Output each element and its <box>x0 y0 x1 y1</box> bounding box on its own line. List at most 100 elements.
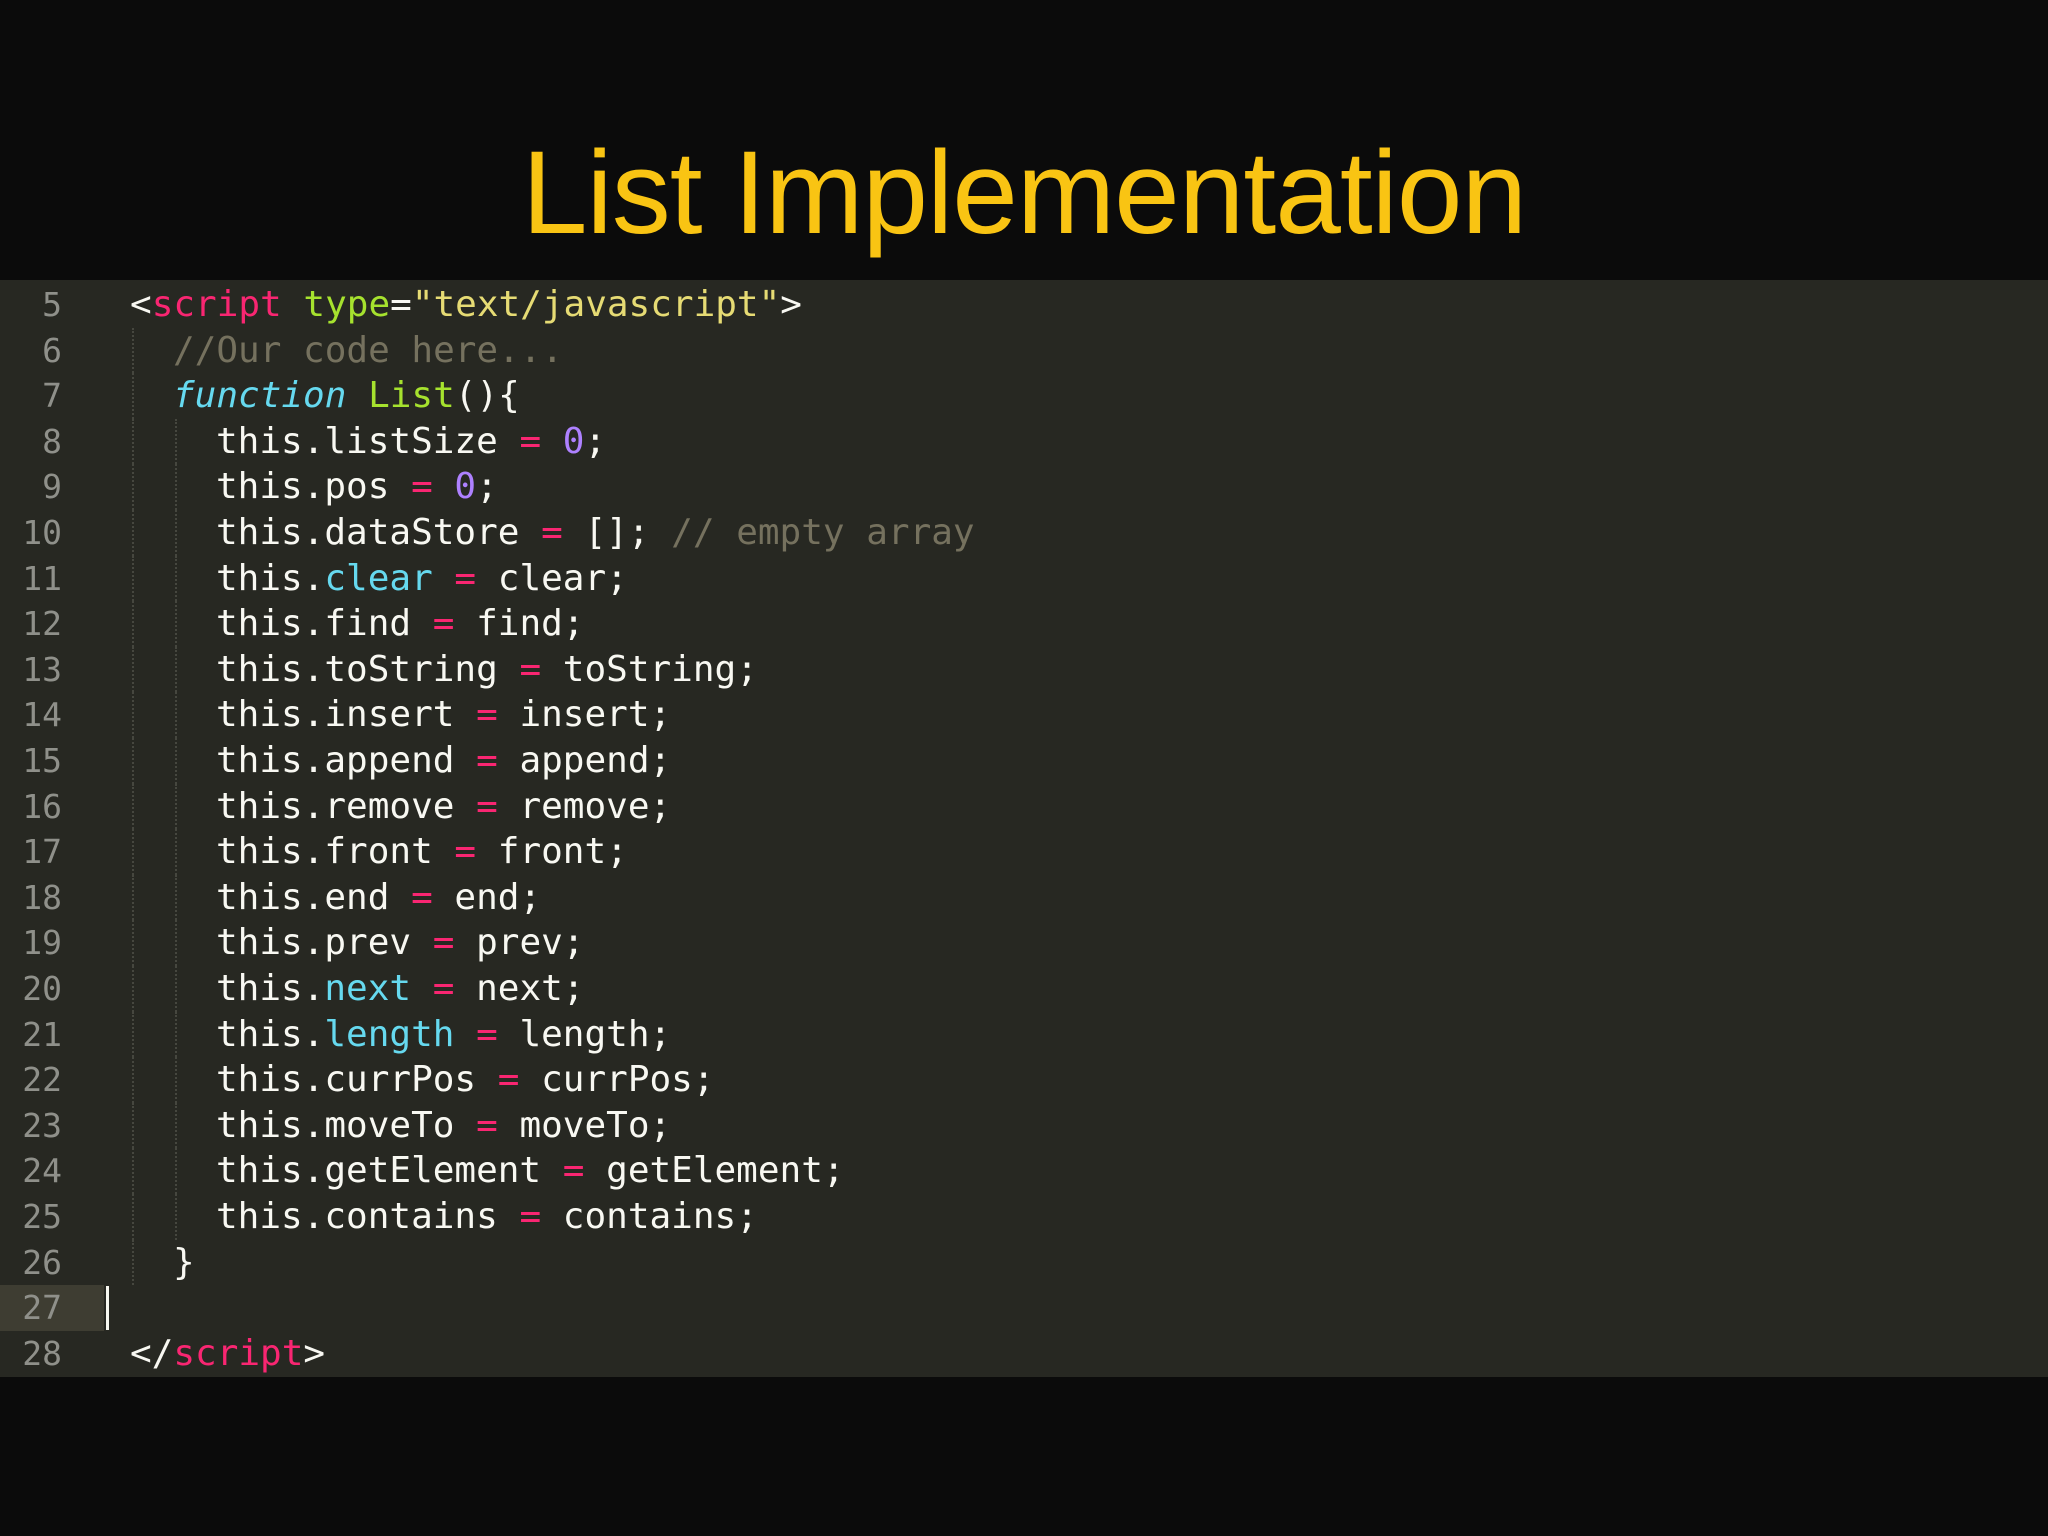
code-line[interactable]: 8 this.listSize = 0; <box>0 418 2048 465</box>
line-number: 5 <box>42 285 62 324</box>
code-line[interactable]: 27 <box>0 1285 2048 1331</box>
code-line[interactable]: 28 </script> <box>0 1331 2048 1377</box>
token-plain: currPos; <box>541 1059 715 1101</box>
code-text: this.next = next; <box>216 966 584 1012</box>
code-line[interactable]: 5 <script type="text/javascript"> <box>0 282 2048 328</box>
indent-guide <box>132 783 134 830</box>
code-line[interactable]: 10 this.dataStore = []; // empty array <box>0 510 2048 556</box>
code-line[interactable]: 26} <box>0 1239 2048 1286</box>
token-plain: append; <box>519 740 672 781</box>
indent-guide <box>132 418 134 465</box>
code-text: this.find = find; <box>216 601 584 647</box>
token-plain: end; <box>454 876 542 918</box>
line-number: 21 <box>22 1014 62 1054</box>
token-op: = <box>454 1013 520 1055</box>
text-cursor <box>106 1286 109 1331</box>
code-line[interactable]: 15 this.append = append; <box>0 738 2048 784</box>
token-plain: this.pos <box>216 466 390 508</box>
indent-guide <box>132 829 134 875</box>
code-line[interactable]: 13 this.toString = toString; <box>0 646 2048 693</box>
line-number: 16 <box>22 786 62 826</box>
code-text: this.currPos = currPos; <box>216 1057 715 1103</box>
indent-guide <box>175 783 177 830</box>
indent-guide <box>132 373 134 419</box>
indent-guide <box>132 1011 134 1058</box>
line-number: 7 <box>42 376 62 416</box>
token-op: = <box>411 922 477 964</box>
line-number: 12 <box>22 604 62 644</box>
code-text: //Our code here... <box>173 328 563 374</box>
indent-guide <box>175 829 177 875</box>
indent-guide <box>132 1148 134 1194</box>
code-text: this.listSize = 0; <box>216 419 606 465</box>
line-number: 27 <box>22 1288 62 1328</box>
code-text: this.contains = contains; <box>216 1194 758 1240</box>
code-line[interactable]: 17 this.front = front; <box>0 829 2048 875</box>
code-line[interactable]: 19 this.prev = prev; <box>0 920 2048 966</box>
code-line[interactable]: 23 this.moveTo = moveTo; <box>0 1102 2048 1149</box>
code-text: } <box>173 1240 195 1286</box>
token-plain: this.insert <box>216 694 455 736</box>
token-plain: moveTo; <box>519 1104 672 1146</box>
code-line[interactable]: 6 //Our code here... <box>0 327 2048 374</box>
token-op: = <box>476 1059 542 1101</box>
line-number: 14 <box>22 695 62 735</box>
indent-guide <box>175 464 177 510</box>
code-line[interactable]: 9 this.pos = 0; <box>0 464 2048 510</box>
code-line[interactable]: 16 this.remove = remove; <box>0 783 2048 830</box>
code-text: this.front = front; <box>216 829 628 875</box>
token-tag: script <box>173 1332 304 1374</box>
indent-guide <box>132 327 134 374</box>
token-op: = <box>454 694 520 736</box>
token-plain: this.prev <box>216 922 412 964</box>
indent-guide <box>132 874 134 921</box>
code-line[interactable]: 7 function List(){ <box>0 373 2048 419</box>
token-op: = <box>454 740 520 781</box>
token-plain: ; <box>584 420 607 462</box>
code-text: this.prev = prev; <box>216 920 584 966</box>
token-prop: length <box>324 1013 455 1055</box>
line-number: 20 <box>22 969 62 1008</box>
line-number: 24 <box>22 1151 62 1191</box>
code-editor[interactable]: 5 <script type="text/javascript"> 6//Our c… <box>0 280 2048 1377</box>
token-plain: (){ <box>454 375 520 417</box>
code-line[interactable]: 11 this.clear = clear; <box>0 555 2048 602</box>
token-plain: this.end <box>216 876 390 918</box>
code-line[interactable]: 25 this.contains = contains; <box>0 1194 2048 1240</box>
code-line[interactable]: 22 this.currPos = currPos; <box>0 1057 2048 1103</box>
indent-guide <box>175 418 177 465</box>
indent-guide <box>175 1194 177 1240</box>
token-plain: this.toString <box>216 648 498 690</box>
token-plain: this. <box>216 1013 325 1055</box>
code-text: this.clear = clear; <box>216 556 628 602</box>
code-line[interactable]: 24 this.getElement = getElement; <box>0 1148 2048 1194</box>
token-plain: this.listSize <box>216 420 498 462</box>
token-comment: //Our code here... <box>173 329 564 371</box>
line-number: 13 <box>22 649 62 689</box>
indent-guide <box>175 1148 177 1194</box>
line-number: 9 <box>42 467 62 507</box>
token-str: "text/javascript" <box>411 284 781 325</box>
token-punct: < <box>130 284 152 325</box>
token-op: = <box>411 968 477 1009</box>
token-plain: toString; <box>562 648 758 690</box>
code-line[interactable]: 12 this.find = find; <box>0 601 2048 647</box>
token-plain: next; <box>476 968 585 1009</box>
token-plain: this.append <box>216 740 455 781</box>
indent-guide <box>132 920 134 966</box>
indent-guide <box>132 1194 134 1240</box>
indent-guide <box>175 920 177 966</box>
token-plain: this.moveTo <box>216 1104 455 1146</box>
code-text: this.append = append; <box>216 738 671 784</box>
token-plain: getElement; <box>606 1150 845 1192</box>
code-line[interactable]: 20 this.next = next; <box>0 966 2048 1012</box>
line-number: 11 <box>22 558 62 598</box>
code-text: this.pos = 0; <box>216 464 498 510</box>
line-number: 26 <box>22 1242 62 1282</box>
code-line[interactable]: 14 this.insert = insert; <box>0 692 2048 738</box>
code-line[interactable]: 21 this.length = length; <box>0 1011 2048 1058</box>
line-number: 18 <box>22 877 62 917</box>
code-text: <script type="text/javascript"> <box>130 282 802 328</box>
code-line[interactable]: 18 this.end = end; <box>0 874 2048 921</box>
